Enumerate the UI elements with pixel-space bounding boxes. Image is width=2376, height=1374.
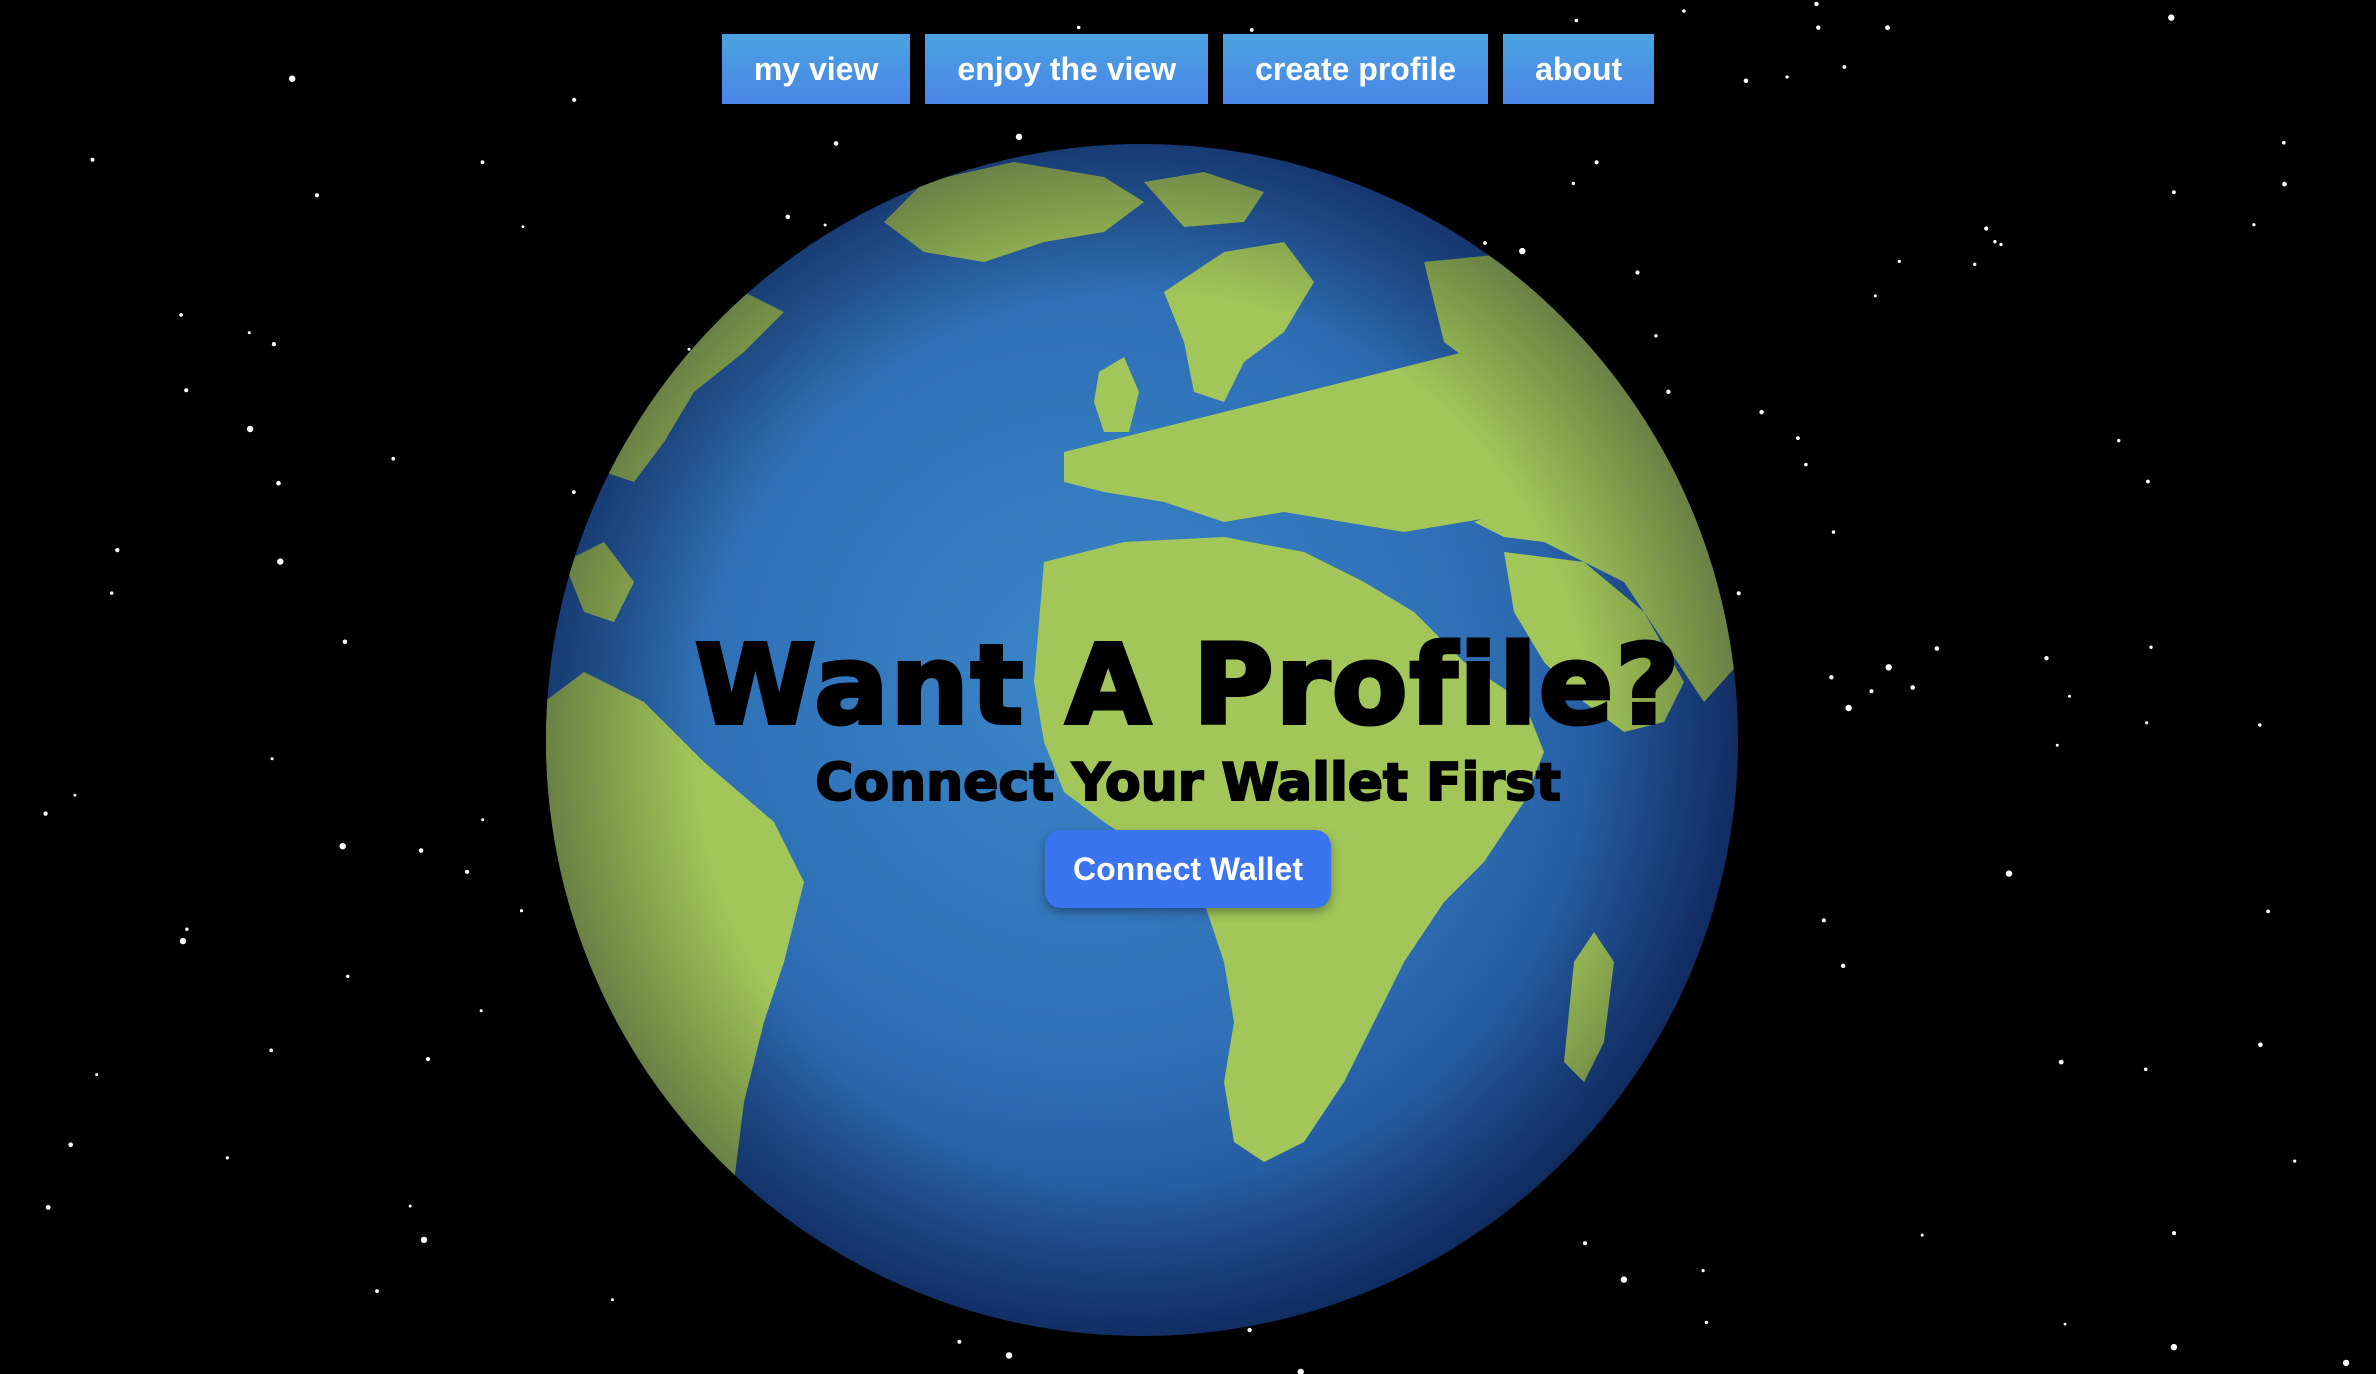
star xyxy=(247,331,251,335)
star xyxy=(1897,259,1901,263)
star xyxy=(479,1009,483,1013)
star xyxy=(1841,963,1846,968)
nav-create-profile-button[interactable]: create profile xyxy=(1223,34,1489,104)
star xyxy=(246,425,254,433)
star xyxy=(1973,262,1977,266)
star xyxy=(2058,1059,2064,1065)
star xyxy=(2143,1067,2148,1072)
star xyxy=(1984,226,1989,231)
star xyxy=(179,313,183,317)
star xyxy=(2293,1159,2297,1163)
star xyxy=(45,1205,51,1210)
star xyxy=(2252,223,2256,227)
nav-about-button[interactable]: about xyxy=(1503,34,1655,104)
star xyxy=(346,974,350,978)
star xyxy=(225,1156,229,1160)
star xyxy=(2117,438,2121,443)
hero-title: Want A Profile? xyxy=(693,619,1682,751)
star xyxy=(420,1236,428,1244)
star xyxy=(90,157,95,162)
star xyxy=(1821,918,1826,923)
star xyxy=(1804,462,1808,467)
nav-my-view-button[interactable]: my view xyxy=(721,34,911,104)
star xyxy=(2282,140,2286,145)
star xyxy=(269,1048,274,1053)
star xyxy=(2168,14,2175,21)
star xyxy=(1831,530,1836,534)
star xyxy=(2146,479,2150,484)
star xyxy=(277,558,284,565)
star xyxy=(519,909,524,913)
star xyxy=(425,1057,431,1062)
star xyxy=(2266,909,2271,914)
star xyxy=(276,480,281,486)
star xyxy=(957,1339,962,1344)
star xyxy=(1015,133,1023,140)
star xyxy=(521,225,525,229)
star xyxy=(1796,436,1800,440)
star xyxy=(185,927,189,931)
star xyxy=(1249,28,1254,32)
star xyxy=(1297,1368,1304,1374)
star xyxy=(1682,9,1686,13)
top-nav: my view enjoy the view create profile ab… xyxy=(0,34,2376,104)
star xyxy=(1005,1352,1013,1359)
connect-wallet-button[interactable]: Connect Wallet xyxy=(1045,830,1331,908)
star xyxy=(115,548,120,553)
star xyxy=(2172,190,2176,195)
nav-enjoy-the-view-button[interactable]: enjoy the view xyxy=(925,34,1209,104)
star xyxy=(408,1204,412,1208)
star xyxy=(1993,240,1997,244)
star xyxy=(2282,181,2287,187)
hero-subtitle: Connect Your Wallet First xyxy=(814,752,1562,814)
star xyxy=(315,193,319,198)
star xyxy=(1076,25,1081,30)
star xyxy=(2170,1343,2178,1351)
star xyxy=(1759,410,1764,415)
star xyxy=(2063,1322,2067,1326)
page-root: my view enjoy the view create profile ab… xyxy=(0,0,2376,1374)
star xyxy=(480,160,485,165)
hero-section: Want A Profile? Connect Your Wallet Firs… xyxy=(0,619,2376,908)
star xyxy=(95,1073,99,1077)
star xyxy=(1885,25,1890,31)
star xyxy=(68,1142,73,1147)
star xyxy=(1873,294,1877,298)
star xyxy=(271,342,276,347)
star xyxy=(1574,18,1579,23)
star xyxy=(391,456,396,461)
star xyxy=(1999,242,2003,247)
star xyxy=(179,937,187,945)
star xyxy=(2172,1231,2177,1236)
star xyxy=(1920,1233,1924,1237)
star xyxy=(375,1289,379,1293)
star xyxy=(110,591,114,595)
star xyxy=(2342,1359,2350,1367)
star xyxy=(184,388,189,393)
star xyxy=(1814,1,1819,7)
star xyxy=(1816,25,1821,30)
star xyxy=(2258,1042,2263,1048)
